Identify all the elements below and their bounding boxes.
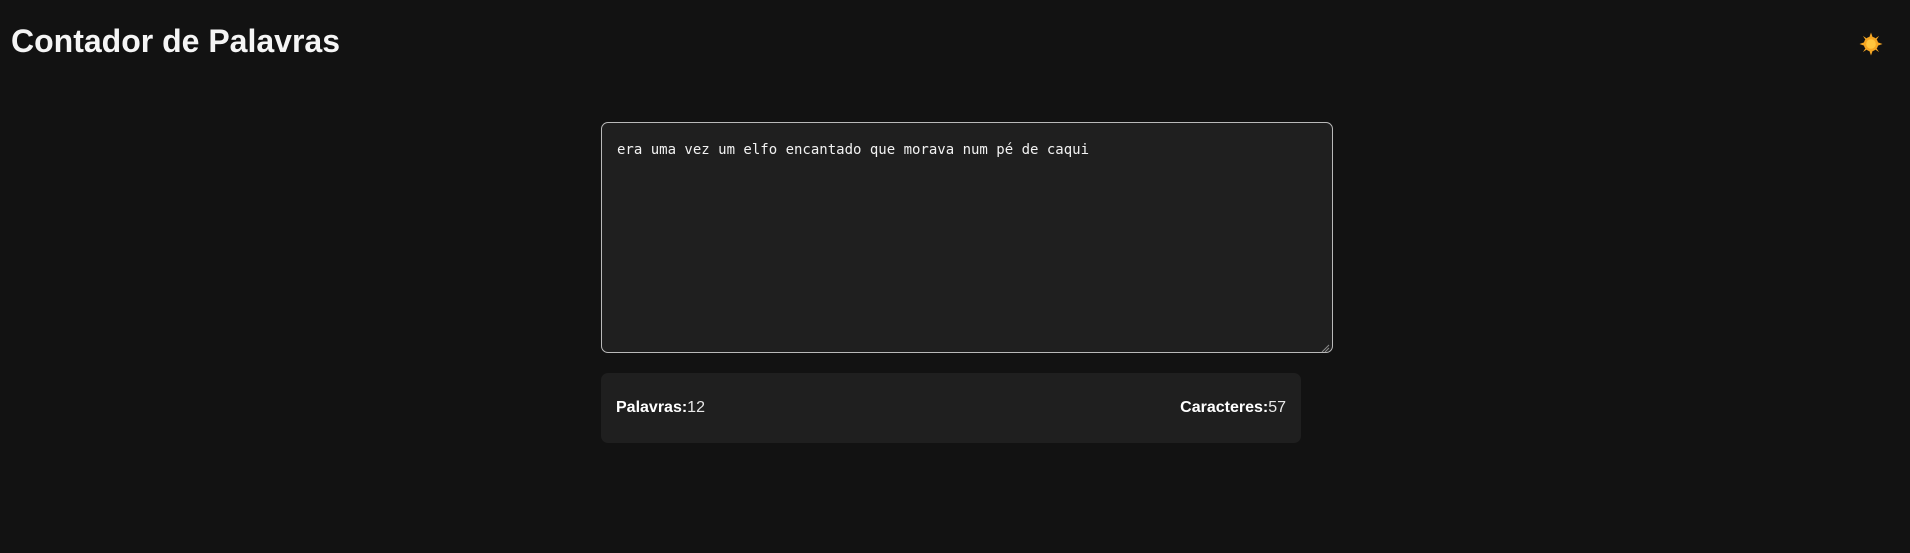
text-input[interactable]: era uma vez um elfo encantado que morava… bbox=[601, 122, 1333, 353]
textarea-resize-grip[interactable] bbox=[1320, 340, 1330, 353]
character-count-value: 57 bbox=[1268, 399, 1286, 416]
character-count: Caracteres: 57 bbox=[1180, 399, 1286, 417]
word-count-value: 12 bbox=[687, 399, 705, 416]
character-count-label: Caracteres: bbox=[1180, 399, 1269, 416]
app-page: Contador de Palavras era uma vez um elfo… bbox=[0, 0, 1910, 553]
main-content: era uma vez um elfo encantado que morava… bbox=[0, 0, 1910, 553]
word-count: Palavras: 12 bbox=[616, 399, 705, 417]
word-count-label: Palavras: bbox=[616, 399, 688, 416]
stats-panel: Palavras: 12 Caracteres: 57 bbox=[601, 373, 1301, 443]
